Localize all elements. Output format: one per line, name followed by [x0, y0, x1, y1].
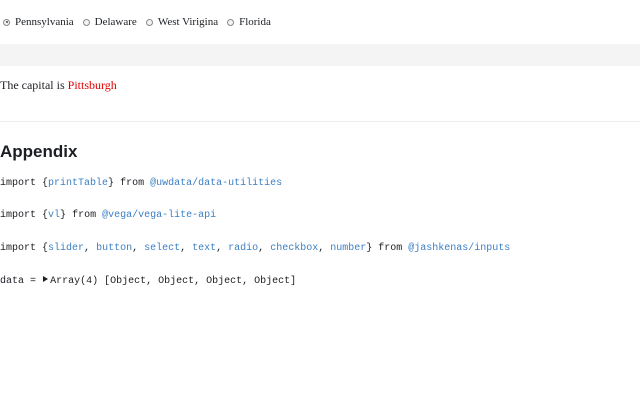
import-name[interactable]: radio	[228, 243, 258, 254]
capital-prefix: The capital is	[0, 78, 65, 92]
data-cell[interactable]: data = Array(4) [Object, Object, Object,…	[0, 276, 296, 288]
radio-label: Florida	[239, 16, 271, 28]
import-name[interactable]: number	[330, 243, 366, 254]
capital-sentence: The capital is Pittsburgh	[0, 78, 117, 92]
import-name[interactable]: select	[144, 243, 180, 254]
from-keyword: from	[378, 243, 403, 254]
radio-option-pennsylvania[interactable]: Pennsylvania	[3, 16, 74, 28]
import-name[interactable]: vl	[48, 210, 60, 221]
expand-triangle-icon[interactable]	[43, 276, 49, 282]
from-keyword: from	[120, 178, 145, 189]
import-keyword: import	[0, 210, 37, 221]
module-link[interactable]: @jashkenas/inputs	[408, 243, 510, 254]
radio-label: Delaware	[94, 16, 137, 28]
radio-button-pennsylvania[interactable]	[3, 18, 10, 26]
radio-button-delaware[interactable]	[82, 18, 90, 26]
import-cell-inputs[interactable]: import {slider, button, select, text, ra…	[0, 243, 510, 255]
import-cell-vega-lite-api[interactable]: import {vl} from @vega/vega-lite-api	[0, 210, 216, 222]
state-radio-group: Pennsylvania Delaware West Virigina Flor…	[3, 14, 280, 30]
empty-output-cell	[0, 44, 640, 66]
variable-name: data	[0, 276, 25, 287]
import-name[interactable]: checkbox	[270, 243, 318, 254]
module-link[interactable]: @vega/vega-lite-api	[102, 210, 216, 221]
radio-option-florida[interactable]: Florida	[227, 16, 271, 28]
section-divider	[0, 121, 640, 122]
import-keyword: import	[0, 243, 37, 254]
radio-option-west-virginia[interactable]: West Virigina	[145, 16, 219, 28]
appendix-heading: Appendix	[0, 142, 78, 161]
capital-city: Pittsburgh	[67, 78, 117, 92]
radio-button-florida[interactable]	[227, 18, 235, 26]
import-name[interactable]: text	[192, 243, 216, 254]
import-keyword: import	[0, 178, 37, 189]
import-name[interactable]: printTable	[48, 178, 108, 189]
array-summary[interactable]: Array(4)	[50, 276, 98, 287]
import-name[interactable]: slider	[48, 243, 84, 254]
assign-operator: =	[30, 276, 37, 287]
module-link[interactable]: @uwdata/data-utilities	[150, 178, 282, 189]
import-name[interactable]: button	[96, 243, 132, 254]
radio-label: West Virigina	[157, 16, 219, 28]
radio-option-delaware[interactable]: Delaware	[82, 16, 137, 28]
import-cell-data-utilities[interactable]: import {printTable} from @uwdata/data-ut…	[0, 178, 282, 190]
array-preview: [Object, Object, Object, Object]	[104, 276, 297, 287]
from-keyword: from	[72, 210, 97, 221]
radio-button-west-virginia[interactable]	[145, 18, 153, 26]
radio-label: Pennsylvania	[15, 16, 74, 28]
